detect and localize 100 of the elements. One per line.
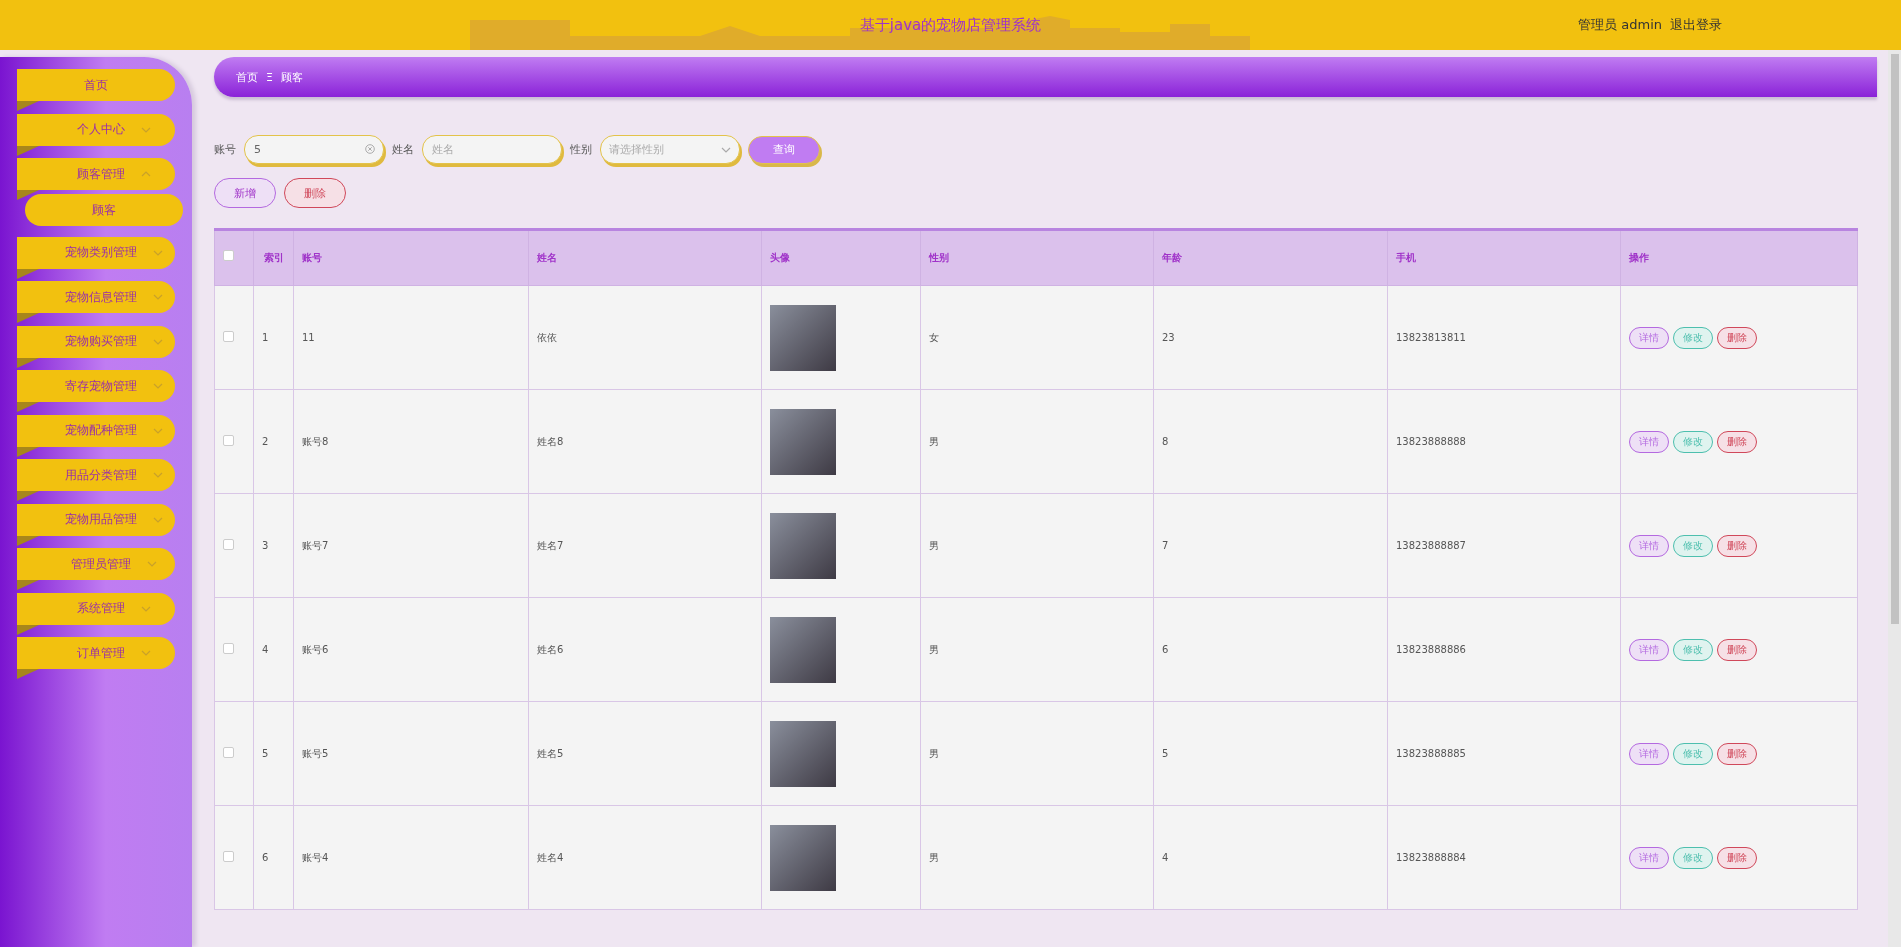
scrollbar-thumb[interactable] [1890,54,1899,624]
table-cell: 2 [253,389,294,494]
row-checkbox[interactable] [223,747,234,758]
detail-button[interactable]: 详情 [1629,534,1669,557]
search-button[interactable]: 查询 [748,135,820,164]
edit-button[interactable]: 修改 [1673,742,1713,765]
table-cell: 13823888884 [1387,805,1621,910]
table-cell: 13823888886 [1387,597,1621,702]
table-cell: 23 [1153,285,1388,390]
edit-button[interactable]: 修改 [1673,326,1713,349]
scrollbar[interactable] [1888,50,1901,947]
breadcrumb-separator: Ξ [266,70,273,84]
menu-item[interactable]: 顾客管理 [17,158,175,190]
field-label: 性别 [570,142,592,157]
table-cell: 5 [253,701,294,806]
row-checkbox[interactable] [223,435,234,446]
input-field[interactable]: 5 [244,135,384,164]
table-cell: 账号7 [293,493,529,598]
table-cell: 依依 [528,285,762,390]
table-cell: 6 [253,805,294,910]
table-cell: 7 [1153,493,1388,598]
table-cell: 账号6 [293,597,529,702]
delete-button[interactable]: 删除 [1717,534,1757,557]
table-cell: 账号4 [293,805,529,910]
menu-item[interactable]: 宠物信息管理 [17,281,175,313]
delete-button[interactable]: 删除 [284,178,346,208]
row-checkbox[interactable] [223,331,234,342]
app-title: 基于java的宠物店管理系统 [859,15,1042,35]
table-cell: 账号5 [293,701,529,806]
table-cell: 11 [293,285,529,390]
chevron-down-icon [721,146,731,153]
table-cell: 男 [920,805,1154,910]
menu-item[interactable]: 宠物购买管理 [17,325,175,358]
column-header: 操作 [1620,229,1858,286]
photo-placeholder [770,408,836,475]
input-field[interactable]: 姓名 [422,135,562,164]
menu-item[interactable]: 个人中心 [17,113,175,146]
table-cell: 13823888888 [1387,389,1621,494]
row-checkbox[interactable] [223,539,234,550]
table-cell: 13823888887 [1387,493,1621,598]
table-cell: 4 [1153,805,1388,910]
delete-button[interactable]: 删除 [1717,430,1757,453]
photo-placeholder [770,616,836,683]
detail-button[interactable]: 详情 [1629,430,1669,453]
breadcrumb-item[interactable]: 首页 [236,69,258,85]
column-header: 手机 [1387,229,1621,286]
detail-button[interactable]: 详情 [1629,742,1669,765]
detail-button[interactable]: 详情 [1629,326,1669,349]
edit-button[interactable]: 修改 [1673,846,1713,869]
row-checkbox[interactable] [223,643,234,654]
logout-link[interactable]: 退出登录 [1670,16,1722,34]
field-label: 姓名 [392,142,414,157]
gender-select[interactable]: 请选择性别 [600,135,740,164]
user-label: 管理员 admin [1578,16,1662,34]
menu-item[interactable]: 用品分类管理 [17,459,175,491]
detail-button[interactable]: 详情 [1629,846,1669,869]
menu-item[interactable]: 宠物类别管理 [17,236,175,269]
menu-item[interactable]: 寄存宠物管理 [17,370,175,402]
delete-button[interactable]: 删除 [1717,846,1757,869]
table-cell: 姓名5 [528,701,762,806]
photo-placeholder [770,304,836,371]
table-cell: 姓名7 [528,493,762,598]
table-cell: 姓名8 [528,389,762,494]
table-cell: 姓名4 [528,805,762,910]
menu-item[interactable]: 首页 [17,69,175,101]
clear-icon[interactable] [365,144,375,154]
table-cell: 账号8 [293,389,529,494]
delete-button[interactable]: 删除 [1717,638,1757,661]
table-cell: 13823813811 [1387,285,1621,390]
photo-placeholder [770,720,836,787]
column-header: 账号 [293,229,529,286]
table-cell: 8 [1153,389,1388,494]
photo-placeholder [770,512,836,579]
table-cell: 6 [1153,597,1388,702]
column-header: 头像 [761,229,921,286]
field-label: 账号 [214,142,236,157]
table-cell: 3 [253,493,294,598]
edit-button[interactable]: 修改 [1673,638,1713,661]
edit-button[interactable]: 修改 [1673,534,1713,557]
table-cell: 13823888885 [1387,701,1621,806]
menu-item[interactable]: 宠物用品管理 [17,503,175,536]
table-cell: 姓名6 [528,597,762,702]
table-cell: 1 [253,285,294,390]
column-header: 索引 [253,229,294,286]
row-checkbox[interactable] [223,851,234,862]
delete-button[interactable]: 删除 [1717,742,1757,765]
table-cell: 4 [253,597,294,702]
menu-item[interactable]: 管理员管理 [17,548,175,580]
add-button[interactable]: 新增 [214,178,276,208]
select-all-checkbox[interactable] [223,250,234,261]
column-header: 年龄 [1153,229,1388,286]
detail-button[interactable]: 详情 [1629,638,1669,661]
table-cell: 男 [920,389,1154,494]
menu-item[interactable]: 宠物配种管理 [17,414,175,447]
breadcrumb-item[interactable]: 顾客 [280,69,303,85]
menu-item[interactable]: 订单管理 [17,637,175,669]
edit-button[interactable]: 修改 [1673,430,1713,453]
menu-item[interactable]: 系统管理 [17,592,175,625]
delete-button[interactable]: 删除 [1717,326,1757,349]
submenu-item[interactable]: 顾客 [25,194,183,226]
